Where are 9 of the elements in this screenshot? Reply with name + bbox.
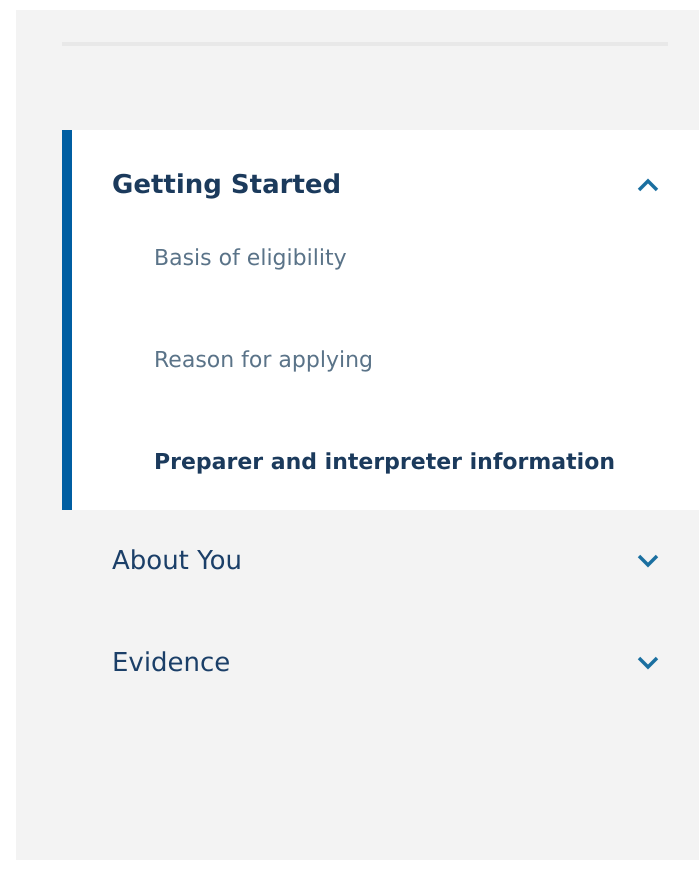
nav-link[interactable]: Preparer and interpreter information [154,446,659,480]
chevron-down-icon [637,554,659,568]
nav-link[interactable]: Reason for applying [154,344,659,378]
chevron-down-icon [637,656,659,670]
section-header[interactable]: Evidence [62,612,699,714]
section-header[interactable]: About You [62,510,699,612]
chevron-up-icon [637,178,659,192]
section-header[interactable]: Getting Started [72,170,699,200]
nav-link[interactable]: Basis of eligibility [154,242,659,276]
